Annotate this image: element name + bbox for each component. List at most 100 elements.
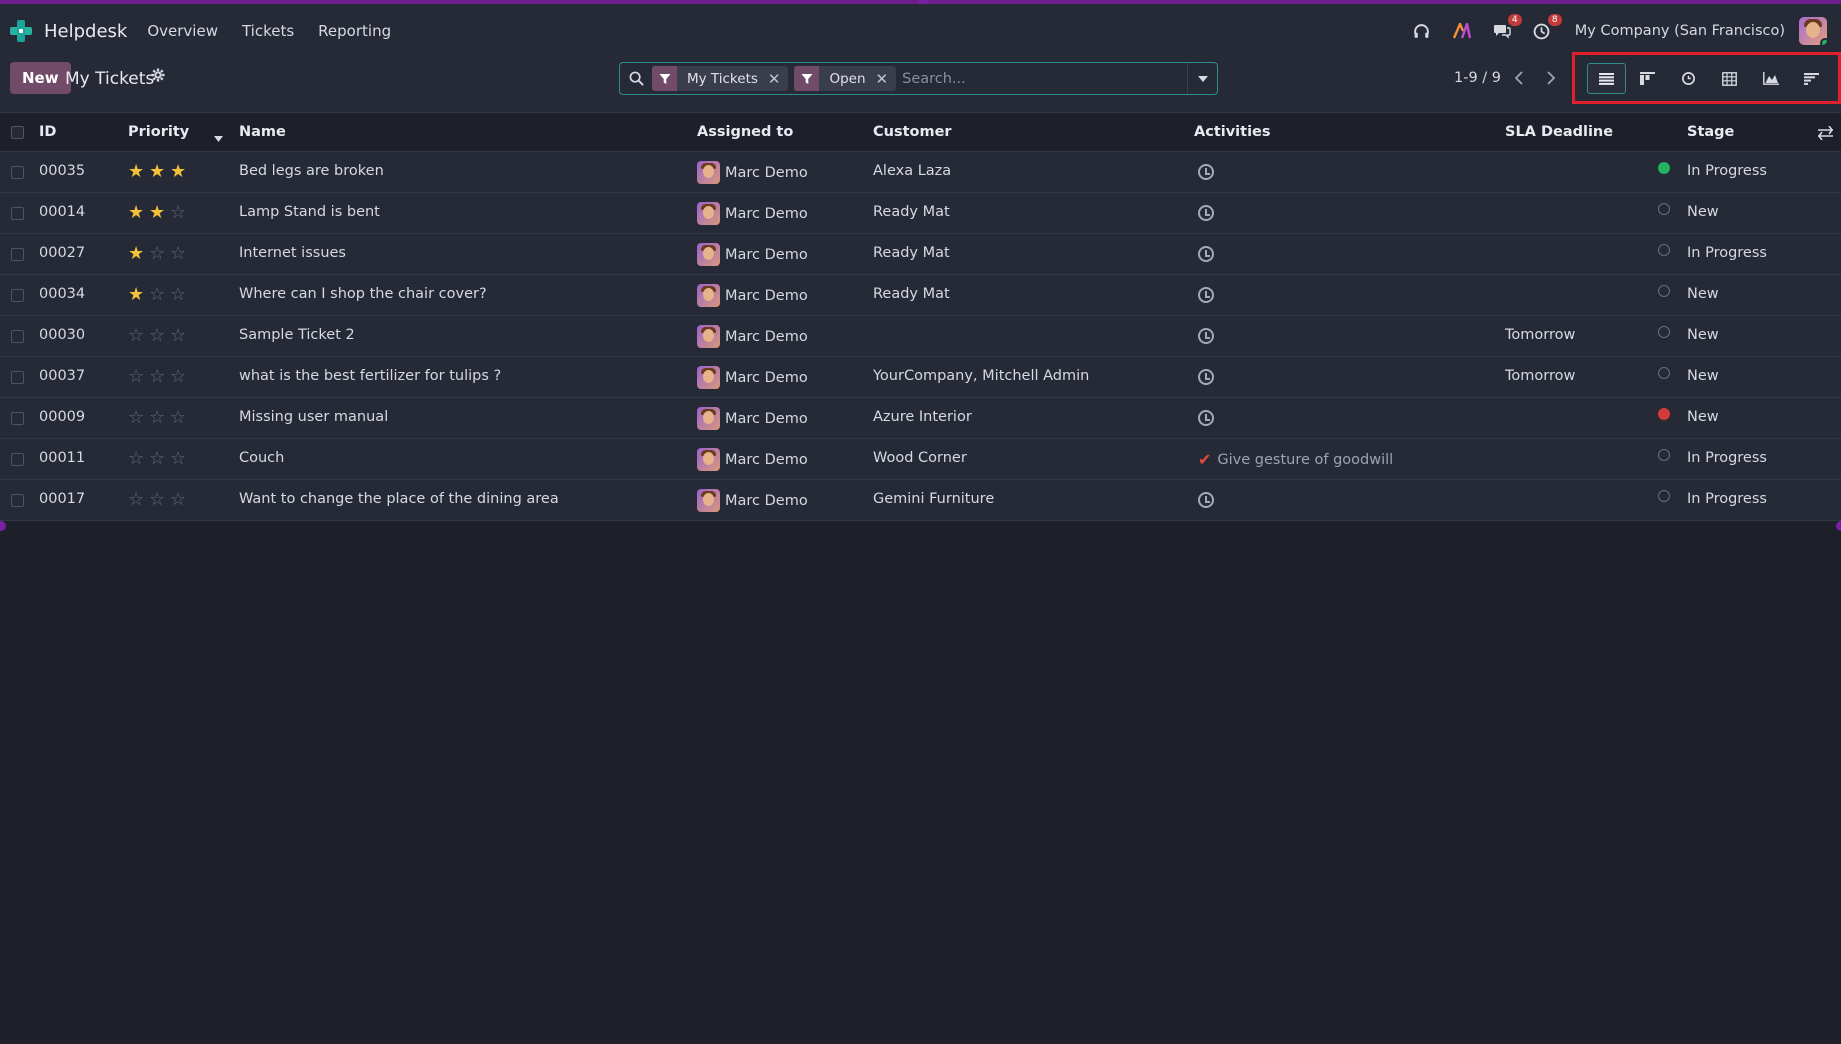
star-filled-icon[interactable]: ★ <box>128 162 149 182</box>
activity-view-button[interactable] <box>1669 63 1708 94</box>
kanban-state-icon[interactable] <box>1658 285 1670 297</box>
graph-view-button[interactable] <box>1751 63 1790 94</box>
star-empty-icon[interactable]: ☆ <box>128 408 149 428</box>
priority-stars[interactable]: ☆ ☆ ☆ <box>128 490 191 510</box>
ai-icon[interactable] <box>1451 20 1473 42</box>
activity-clock-icon[interactable] <box>1198 205 1214 221</box>
activity-clock-icon[interactable] <box>1198 246 1214 262</box>
menu-overview[interactable]: Overview <box>147 22 218 40</box>
star-filled-icon[interactable]: ★ <box>128 203 149 223</box>
row-checkbox[interactable] <box>11 166 24 179</box>
row-checkbox[interactable] <box>11 412 24 425</box>
column-header-customer[interactable]: Customer <box>873 124 952 140</box>
select-all-checkbox[interactable] <box>11 126 24 139</box>
table-row[interactable]: 00027 ★ ☆ ☆ Internet issues Marc Demo Read… <box>0 234 1841 275</box>
priority-stars[interactable]: ☆ ☆ ☆ <box>128 449 191 469</box>
row-checkbox[interactable] <box>11 207 24 220</box>
table-row[interactable]: 00011 ☆ ☆ ☆ Couch Marc Demo Wood Corner ✔ G… <box>0 439 1841 480</box>
kanban-state-icon[interactable] <box>1658 449 1670 461</box>
star-empty-icon[interactable]: ☆ <box>128 367 149 387</box>
star-filled-icon[interactable]: ★ <box>149 203 170 223</box>
table-row[interactable]: 00030 ☆ ☆ ☆ Sample Ticket 2 Marc Demo Tomo… <box>0 316 1841 357</box>
user-avatar[interactable] <box>1799 17 1827 45</box>
facet-remove-icon[interactable]: ✕ <box>768 70 789 88</box>
star-filled-icon[interactable]: ★ <box>128 285 149 305</box>
column-header-priority[interactable]: Priority <box>128 124 189 140</box>
priority-stars[interactable]: ★ ★ ★ <box>128 162 191 182</box>
star-empty-icon[interactable]: ☆ <box>149 326 170 346</box>
star-empty-icon[interactable]: ☆ <box>170 285 191 305</box>
priority-stars[interactable]: ★ ☆ ☆ <box>128 285 191 305</box>
star-empty-icon[interactable]: ☆ <box>128 449 149 469</box>
priority-stars[interactable]: ★ ☆ ☆ <box>128 244 191 264</box>
star-empty-icon[interactable]: ☆ <box>170 326 191 346</box>
star-filled-icon[interactable]: ★ <box>149 162 170 182</box>
star-empty-icon[interactable]: ☆ <box>170 244 191 264</box>
star-filled-icon[interactable]: ★ <box>170 162 191 182</box>
activity-clock-icon[interactable] <box>1198 287 1214 303</box>
star-empty-icon[interactable]: ☆ <box>170 203 191 223</box>
priority-stars[interactable]: ☆ ☆ ☆ <box>128 367 191 387</box>
activity-clock-icon[interactable] <box>1198 492 1214 508</box>
activity-clock-icon[interactable] <box>1198 164 1214 180</box>
list-view-button[interactable] <box>1587 63 1626 94</box>
priority-stars[interactable]: ★ ★ ☆ <box>128 203 191 223</box>
column-header-name[interactable]: Name <box>239 124 286 140</box>
headset-icon[interactable] <box>1411 20 1433 42</box>
kanban-state-icon[interactable] <box>1658 203 1670 215</box>
assignee[interactable]: Marc Demo <box>697 202 808 225</box>
menu-tickets[interactable]: Tickets <box>242 22 294 40</box>
table-row[interactable]: 00034 ★ ☆ ☆ Where can I shop the chair cov… <box>0 275 1841 316</box>
search-options-toggle[interactable] <box>1187 63 1217 94</box>
pager-previous-button[interactable] <box>1503 63 1533 92</box>
activity-done[interactable]: ✔ Give gesture of goodwill <box>1198 450 1393 469</box>
table-row[interactable]: 00035 ★ ★ ★ Bed legs are broken Marc Demo … <box>0 152 1841 193</box>
assignee[interactable]: Marc Demo <box>697 284 808 307</box>
company-switcher[interactable]: My Company (San Francisco) <box>1575 23 1785 39</box>
star-empty-icon[interactable]: ☆ <box>128 490 149 510</box>
star-empty-icon[interactable]: ☆ <box>170 408 191 428</box>
pivot-view-button[interactable] <box>1710 63 1749 94</box>
kanban-state-icon[interactable] <box>1658 326 1670 338</box>
kanban-state-icon[interactable] <box>1658 244 1670 256</box>
assignee[interactable]: Marc Demo <box>697 366 808 389</box>
activity-clock-icon[interactable] <box>1198 410 1214 426</box>
search-icon[interactable] <box>620 63 652 94</box>
kanban-state-icon[interactable] <box>1658 367 1670 379</box>
optional-columns-icon[interactable] <box>1818 125 1833 144</box>
table-row[interactable]: 00009 ☆ ☆ ☆ Missing user manual Marc Demo … <box>0 398 1841 439</box>
column-header-id[interactable]: ID <box>39 124 56 140</box>
assignee[interactable]: Marc Demo <box>697 489 808 512</box>
row-checkbox[interactable] <box>11 494 24 507</box>
star-empty-icon[interactable]: ☆ <box>170 367 191 387</box>
app-name[interactable]: Helpdesk <box>44 21 127 42</box>
star-empty-icon[interactable]: ☆ <box>149 244 170 264</box>
column-header-activities[interactable]: Activities <box>1194 124 1271 140</box>
row-checkbox[interactable] <box>11 371 24 384</box>
messages-icon[interactable]: 4 <box>1491 14 1522 42</box>
column-header-sla-deadline[interactable]: SLA Deadline <box>1505 124 1613 140</box>
column-header-assigned-to[interactable]: Assigned to <box>697 124 793 140</box>
activity-clock-icon[interactable] <box>1198 328 1214 344</box>
star-filled-icon[interactable]: ★ <box>128 244 149 264</box>
priority-stars[interactable]: ☆ ☆ ☆ <box>128 408 191 428</box>
star-empty-icon[interactable]: ☆ <box>149 449 170 469</box>
assignee[interactable]: Marc Demo <box>697 243 808 266</box>
assignee[interactable]: Marc Demo <box>697 448 808 471</box>
search-input[interactable] <box>902 64 1187 93</box>
star-empty-icon[interactable]: ☆ <box>149 490 170 510</box>
table-row[interactable]: 00017 ☆ ☆ ☆ Want to change the place of th… <box>0 480 1841 521</box>
pager-value[interactable]: 1-9 / 9 <box>1454 70 1501 86</box>
sort-descending-icon[interactable] <box>214 130 223 146</box>
column-header-stage[interactable]: Stage <box>1687 124 1734 140</box>
menu-reporting[interactable]: Reporting <box>318 22 391 40</box>
row-checkbox[interactable] <box>11 248 24 261</box>
cohort-view-button[interactable] <box>1792 63 1831 94</box>
star-empty-icon[interactable]: ☆ <box>170 490 191 510</box>
new-button[interactable]: New <box>10 62 71 94</box>
activity-clock-icon[interactable] <box>1198 369 1214 385</box>
assignee[interactable]: Marc Demo <box>697 161 808 184</box>
row-checkbox[interactable] <box>11 330 24 343</box>
kanban-view-button[interactable] <box>1628 63 1667 94</box>
row-checkbox[interactable] <box>11 453 24 466</box>
